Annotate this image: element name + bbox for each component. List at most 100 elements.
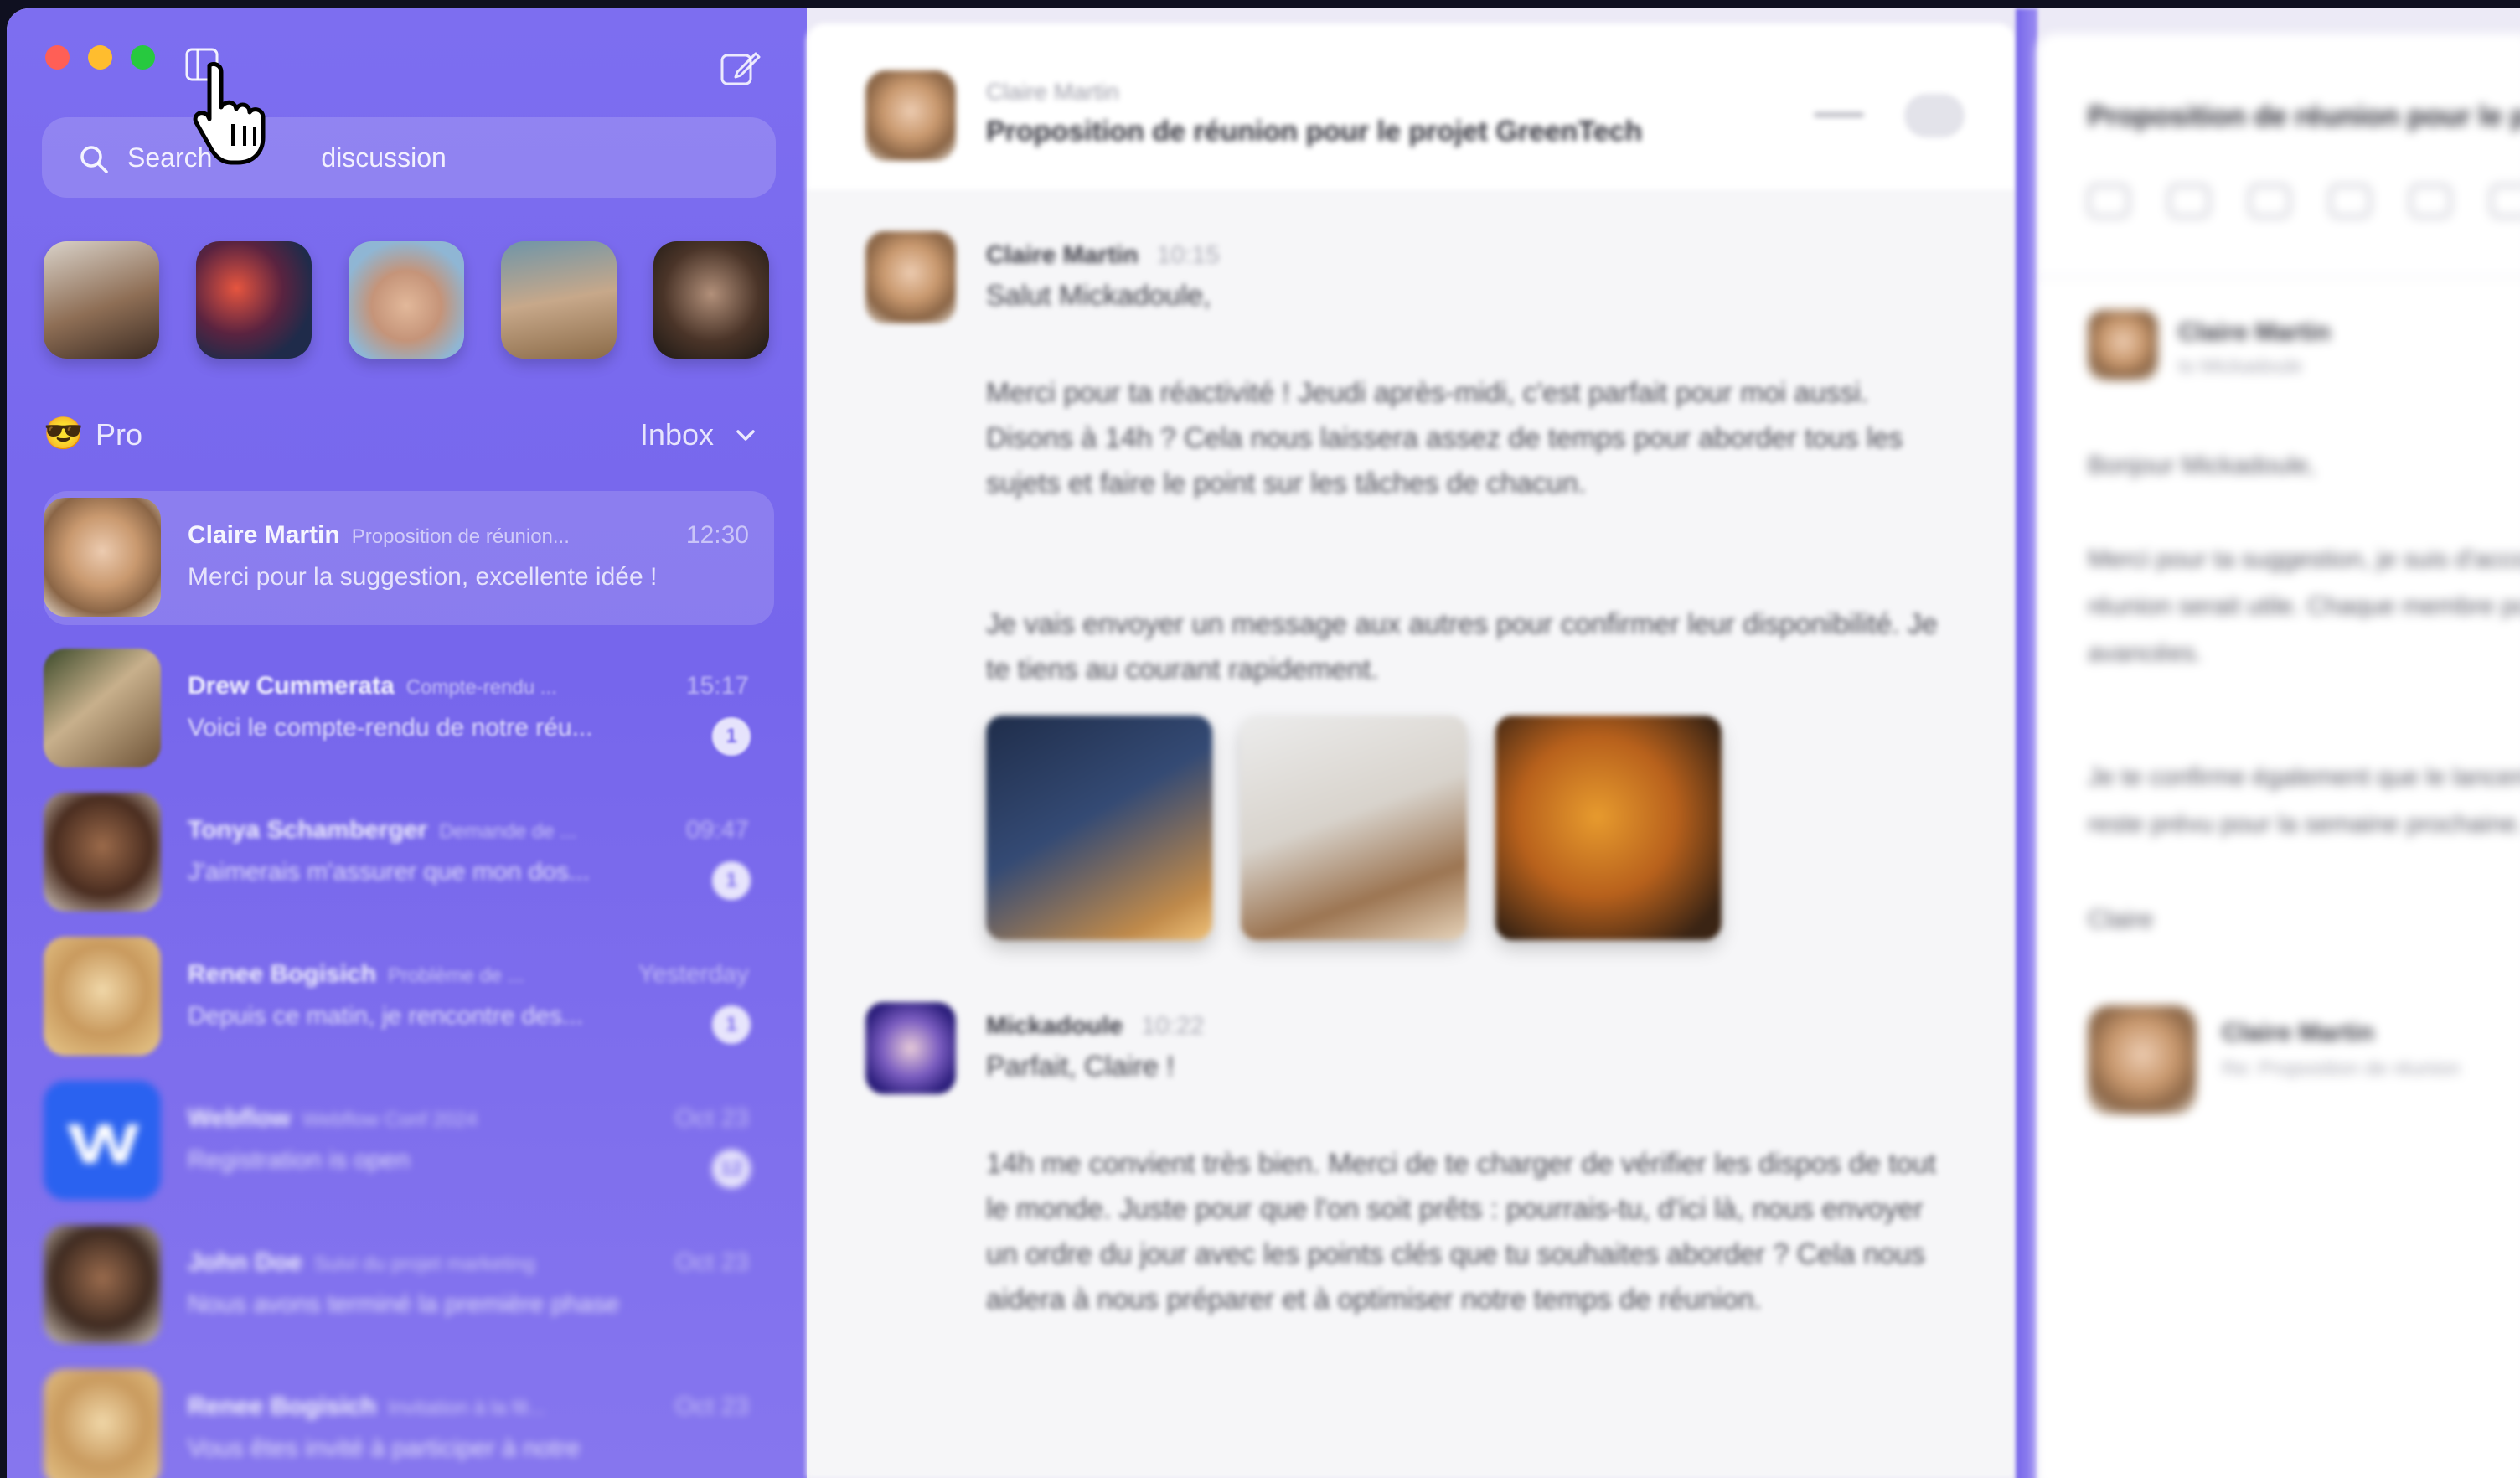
thread-item[interactable]: Tonya Schamberger Demande de ... 09:47 J'… [44,786,774,920]
thread-time: 09:47 [685,816,749,844]
search-placeholder-end: discussion [321,142,447,173]
chevron-down-icon[interactable] [734,424,757,447]
message-time: 10:22 [1141,1012,1205,1040]
divider [2037,276,2520,278]
message-greeting: Salut Mickadoule, [986,280,1211,312]
avatar [44,937,161,1056]
thread-preview: Nous avons terminé la première phase [188,1290,620,1318]
thread-item[interactable]: Webflow Webflow Conf 2024 Oct 23 Registra… [44,1074,774,1208]
thread-time: Yesterday [638,960,749,988]
more-icon[interactable] [2490,184,2520,218]
thread-item[interactable]: Claire Martin Proposition de réunion... 1… [44,491,774,625]
account-label[interactable]: Pro [96,417,142,452]
header-action-button[interactable] [1904,94,1965,137]
thread-sender-name: Renee Bogisich [188,960,377,988]
close-window-button[interactable] [45,45,70,70]
favorite-contacts [44,241,769,359]
thread-time: Oct 23 [674,1393,749,1420]
avatar [44,1369,161,1478]
conversation-header: Claire Martin Proposition de réunion pou… [807,23,2016,192]
webflow-logo [44,1081,161,1200]
thread-preview: Vous êtes invité à participer à notre [188,1434,581,1462]
favorite-avatar[interactable] [196,241,312,359]
favorite-avatar[interactable] [44,241,159,359]
image-attachment[interactable] [1495,716,1722,940]
thread-item[interactable]: Renee Bogisich Problème de ... Yesterday … [44,930,774,1064]
thread-sender: Renee Bogisich Invitation à la fê... [188,1393,545,1421]
mailbox-section-header: 😎 Pro Inbox [44,414,769,454]
sidebar: Search discussion 😎 Pro Inbox Claire Mart… [7,8,807,1478]
thread-preview: Registration is open [188,1146,411,1174]
unread-badge: 1 [712,1005,751,1044]
conversation-from: Claire Martin [986,79,1119,105]
image-attachment[interactable] [986,716,1212,940]
detail-paragraph: Je te confirme également que le lancemen… [2088,763,2520,838]
thread-preview: Depuis ce matin, je rencontre des... [188,1002,583,1030]
hand-pointer-cursor-icon [193,61,266,165]
zoom-window-button[interactable] [131,45,155,70]
section-emoji: 😎 [44,416,84,452]
thread-item[interactable]: Drew Cummerata Compte-rendu ... 15:17 Voi… [44,642,774,776]
message-author-name: Claire Martin [986,241,1139,269]
favorite-avatar[interactable] [349,241,464,359]
thread-sender: Renee Bogisich Problème de ... [188,960,524,989]
thread-subject: Suivi du projet marketing [313,1253,535,1275]
reply-sender: Claire Martin [2222,1019,2374,1046]
archive-icon[interactable] [2249,184,2290,218]
avatar [44,498,161,617]
pane-divider[interactable] [2016,8,2037,1478]
message-author: Claire Martin 10:15 [986,241,1220,270]
minimize-icon[interactable] [1814,112,1864,117]
thread-subject: Proposition de réunion... [351,525,570,548]
detail-sender-sub: to Mickadoule [2178,355,2303,378]
thread-time: Oct 23 [674,1248,749,1276]
avatar [2088,1005,2197,1114]
minimize-window-button[interactable] [88,45,112,70]
thread-sender-name: John Doe [188,1248,302,1276]
thread-time: 15:17 [685,672,749,700]
thread-sender-name: Tonya Schamberger [188,816,428,844]
detail-title: Proposition de réunion pour le projet [2088,101,2520,132]
trash-icon[interactable] [2409,184,2451,218]
avatar [865,70,956,161]
compose-icon[interactable] [719,47,761,89]
thread-item[interactable]: John Doe Suivi du projet marketing Oct 23… [44,1218,774,1352]
search-field[interactable]: Search discussion [42,117,776,198]
thread-sender: Tonya Schamberger Demande de ... [188,816,576,845]
list-icon[interactable] [2088,184,2130,218]
unread-badge: 1 [712,861,751,900]
webflow-w-icon [67,1124,139,1163]
message-paragraph: Je vais envoyer un message aux autres po… [986,608,1938,685]
forward-icon[interactable] [2329,184,2371,218]
thread-item[interactable]: Renee Bogisich Invitation à la fê... Oct … [44,1362,774,1478]
window-controls [45,45,155,70]
thread-subject: Invitation à la fê... [388,1397,546,1419]
message-paragraph: 14h me convient très bien. Merci de te c… [986,1148,1936,1315]
conversation-pane: Claire Martin Proposition de réunion pou… [807,23,2016,1478]
mail-app-window: Search discussion 😎 Pro Inbox Claire Mart… [7,8,2520,1478]
avatar [865,231,956,323]
search-icon [80,146,108,173]
folder-selector[interactable]: Inbox [640,417,714,452]
message-author: Mickadoule 10:22 [986,1012,1204,1041]
message-author-name: Mickadoule [986,1012,1123,1040]
avatar [44,793,161,912]
reply-sub: Re: Proposition de réunion [2222,1057,2461,1080]
unread-badge: 1 [712,717,751,756]
detail-toolbar [2088,184,2520,218]
image-attachment[interactable] [1241,716,1467,940]
thread-sender-name: Renee Bogisich [188,1393,377,1420]
thread-sender-name: Drew Cummerata [188,672,395,700]
thread-sender: John Doe Suivi du projet marketing [188,1248,535,1277]
detail-paragraph: Merci pour ta suggestion, je suis d'acco… [2088,545,2520,667]
avatar [865,1002,956,1094]
reply-icon[interactable] [2168,184,2210,218]
thread-time: 12:30 [685,521,749,549]
favorite-avatar[interactable] [501,241,617,359]
thread-subject: Problème de ... [388,964,524,987]
avatar [44,649,161,767]
favorite-avatar[interactable] [653,241,769,359]
thread-time: Oct 23 [674,1104,749,1132]
detail-greeting: Bonjour Mickadoule, [2088,452,2316,479]
thread-sender-name: Claire Martin [188,521,340,549]
